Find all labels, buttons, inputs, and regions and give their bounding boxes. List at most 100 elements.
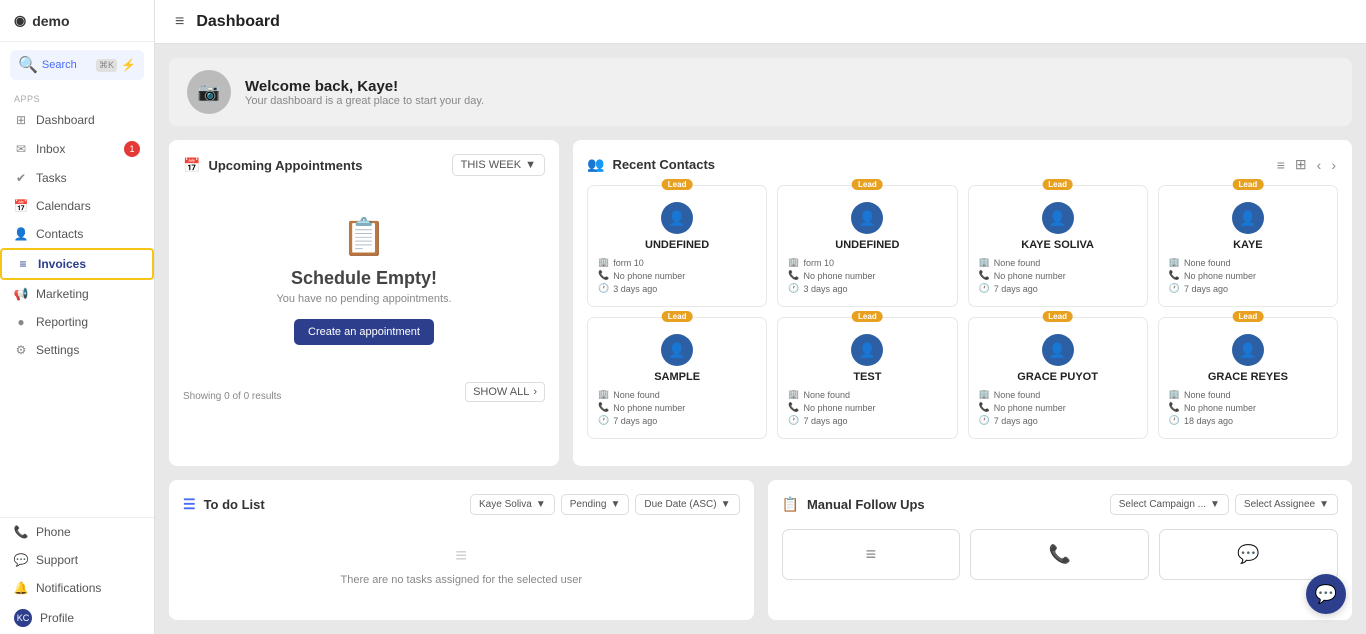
appointments-header: 📅 Upcoming Appointments THIS WEEK ▼ bbox=[183, 154, 545, 176]
menu-toggle-icon[interactable]: ≡ bbox=[175, 13, 184, 31]
sort-filter[interactable]: Due Date (ASC) ▼ bbox=[635, 494, 739, 515]
sidebar-item-inbox[interactable]: ✉ Inbox 1 bbox=[0, 134, 154, 164]
contact-detail-2: 📞 No phone number bbox=[788, 270, 946, 281]
building-icon: 🏢 bbox=[1169, 257, 1180, 268]
sidebar-item-label: Calendars bbox=[36, 199, 91, 213]
followup-message-icon[interactable]: 💬 bbox=[1159, 529, 1338, 580]
schedule-empty-heading: Schedule Empty! bbox=[291, 268, 437, 289]
contact-detail-3-text: 7 days ago bbox=[1184, 284, 1228, 294]
contact-card-0[interactable]: Lead 👤 UNDEFINED 🏢 form 10 📞 No phone nu… bbox=[587, 185, 767, 307]
clock-icon: 🕐 bbox=[979, 283, 990, 294]
contacts-header-icon: 👥 bbox=[587, 156, 604, 173]
recent-contacts-card: 👥 Recent Contacts ≡ ⊞ ‹ › Lead 👤 bbox=[573, 140, 1352, 466]
assignee-followup-label: Select Assignee bbox=[1244, 499, 1315, 510]
chevron-down-icon: ▼ bbox=[610, 499, 620, 510]
sidebar-item-calendars[interactable]: 📅 Calendars bbox=[0, 192, 154, 220]
followup-phone-icon[interactable]: 📞 bbox=[970, 529, 1149, 580]
todo-filters: Kaye Soliva ▼ Pending ▼ Due Date (ASC) ▼ bbox=[470, 494, 739, 515]
chat-fab-button[interactable]: 💬 bbox=[1306, 574, 1346, 614]
contact-detail-2-text: No phone number bbox=[803, 271, 875, 281]
contact-detail-2-text: No phone number bbox=[1184, 403, 1256, 413]
clock-icon: 🕐 bbox=[1169, 283, 1180, 294]
contact-detail-1: 🏢 None found bbox=[598, 389, 756, 400]
main-content: ≡ Dashboard 📷 Welcome back, Kaye! Your d… bbox=[155, 0, 1366, 634]
contact-avatar-icon: 👤 bbox=[668, 342, 685, 359]
sidebar-item-profile[interactable]: KC Profile bbox=[0, 602, 154, 634]
followup-list-icon[interactable]: ≡ bbox=[782, 529, 961, 580]
contact-detail-2-text: No phone number bbox=[994, 271, 1066, 281]
sidebar-item-notifications[interactable]: 🔔 Notifications bbox=[0, 574, 154, 602]
next-page-icon[interactable]: › bbox=[1329, 155, 1338, 175]
schedule-empty-subtext: You have no pending appointments. bbox=[276, 293, 451, 305]
create-appointment-button[interactable]: Create an appointment bbox=[294, 319, 434, 345]
page-title: Dashboard bbox=[196, 13, 280, 31]
chevron-down-icon: ▼ bbox=[1210, 499, 1220, 510]
sidebar-item-label: Settings bbox=[36, 343, 79, 357]
sidebar-item-dashboard[interactable]: ⊞ Dashboard bbox=[0, 106, 154, 134]
logo-icon: ◉ bbox=[14, 12, 26, 29]
sidebar-item-phone[interactable]: 📞 Phone bbox=[0, 518, 154, 546]
contact-card-7[interactable]: Lead 👤 GRACE REYES 🏢 None found 📞 No pho… bbox=[1158, 317, 1338, 439]
contact-avatar-icon: 👤 bbox=[859, 210, 876, 227]
calendar-empty-icon: 📋 bbox=[342, 216, 387, 258]
lightning-icon: ⚡ bbox=[121, 58, 136, 72]
appointments-card: 📅 Upcoming Appointments THIS WEEK ▼ 📋 Sc… bbox=[169, 140, 559, 466]
welcome-text: Welcome back, Kaye! Your dashboard is a … bbox=[245, 78, 484, 107]
contact-avatar: 👤 bbox=[851, 202, 883, 234]
assignee-filter-label: Kaye Soliva bbox=[479, 499, 532, 510]
week-filter-dropdown[interactable]: THIS WEEK ▼ bbox=[452, 154, 545, 176]
sidebar-item-label: Tasks bbox=[36, 171, 67, 185]
assignee-filter[interactable]: Kaye Soliva ▼ bbox=[470, 494, 555, 515]
support-icon: 💬 bbox=[14, 553, 28, 567]
building-icon: 🏢 bbox=[979, 389, 990, 400]
welcome-avatar: 📷 bbox=[187, 70, 231, 114]
contact-card-4[interactable]: Lead 👤 SAMPLE 🏢 None found 📞 No phone nu… bbox=[587, 317, 767, 439]
contact-detail-1-text: None found bbox=[803, 390, 850, 400]
phone-detail-icon: 📞 bbox=[598, 270, 609, 281]
contact-detail-2: 📞 No phone number bbox=[1169, 270, 1327, 281]
contact-badge: Lead bbox=[1042, 179, 1073, 190]
sidebar-item-invoices[interactable]: ≡ Invoices bbox=[0, 248, 154, 280]
sidebar-item-support[interactable]: 💬 Support bbox=[0, 546, 154, 574]
show-all-button[interactable]: SHOW ALL › bbox=[465, 382, 545, 402]
search-bar[interactable]: 🔍 Search ⌘K ⚡ bbox=[10, 50, 144, 80]
contact-badge: Lead bbox=[852, 311, 883, 322]
contact-detail-1-text: form 10 bbox=[613, 258, 644, 268]
prev-page-icon[interactable]: ‹ bbox=[1315, 155, 1324, 175]
grid-view-icon[interactable]: ⊞ bbox=[1293, 154, 1309, 175]
sidebar-item-reporting[interactable]: ● Reporting bbox=[0, 308, 154, 336]
contact-card-6[interactable]: Lead 👤 GRACE PUYOT 🏢 None found 📞 No pho… bbox=[968, 317, 1148, 439]
sidebar-item-settings[interactable]: ⚙ Settings bbox=[0, 336, 154, 364]
showing-results-text: Showing 0 of 0 results bbox=[183, 391, 281, 402]
sidebar-item-contacts[interactable]: 👤 Contacts bbox=[0, 220, 154, 248]
search-icon: 🔍 bbox=[18, 55, 38, 75]
tasks-icon: ✔ bbox=[14, 171, 28, 185]
status-filter[interactable]: Pending ▼ bbox=[561, 494, 630, 515]
followups-icon: 📋 bbox=[782, 496, 799, 513]
list-view-icon[interactable]: ≡ bbox=[1275, 155, 1287, 175]
contact-detail-3: 🕐 7 days ago bbox=[979, 283, 1137, 294]
contact-avatar: 👤 bbox=[1232, 334, 1264, 366]
contact-detail-1: 🏢 form 10 bbox=[598, 257, 756, 268]
calendars-icon: 📅 bbox=[14, 199, 28, 213]
sidebar-bottom: 📞 Phone 💬 Support 🔔 Notifications KC Pro… bbox=[0, 517, 154, 634]
contact-card-2[interactable]: Lead 👤 KAYE SOLIVA 🏢 None found 📞 No pho… bbox=[968, 185, 1148, 307]
contact-detail-2-text: No phone number bbox=[613, 271, 685, 281]
contacts-grid: Lead 👤 UNDEFINED 🏢 form 10 📞 No phone nu… bbox=[587, 185, 1338, 439]
contact-card-3[interactable]: Lead 👤 KAYE 🏢 None found 📞 No phone numb… bbox=[1158, 185, 1338, 307]
contact-card-5[interactable]: Lead 👤 TEST 🏢 None found 📞 No phone numb… bbox=[777, 317, 957, 439]
contact-badge: Lead bbox=[1042, 311, 1073, 322]
contact-card-1[interactable]: Lead 👤 UNDEFINED 🏢 form 10 📞 No phone nu… bbox=[777, 185, 957, 307]
assignee-followup-filter[interactable]: Select Assignee ▼ bbox=[1235, 494, 1338, 515]
campaign-filter[interactable]: Select Campaign ... ▼ bbox=[1110, 494, 1229, 515]
clock-icon: 🕐 bbox=[598, 283, 609, 294]
invoices-icon: ≡ bbox=[16, 257, 30, 271]
contact-detail-1: 🏢 None found bbox=[788, 389, 946, 400]
contact-name: TEST bbox=[788, 371, 946, 383]
contact-detail-1-text: None found bbox=[1184, 390, 1231, 400]
appointments-icon: 📅 bbox=[183, 157, 200, 174]
sidebar-item-marketing[interactable]: 📢 Marketing bbox=[0, 280, 154, 308]
sidebar-item-tasks[interactable]: ✔ Tasks bbox=[0, 164, 154, 192]
followups-title-text: Manual Follow Ups bbox=[807, 497, 925, 512]
contact-name: UNDEFINED bbox=[598, 239, 756, 251]
